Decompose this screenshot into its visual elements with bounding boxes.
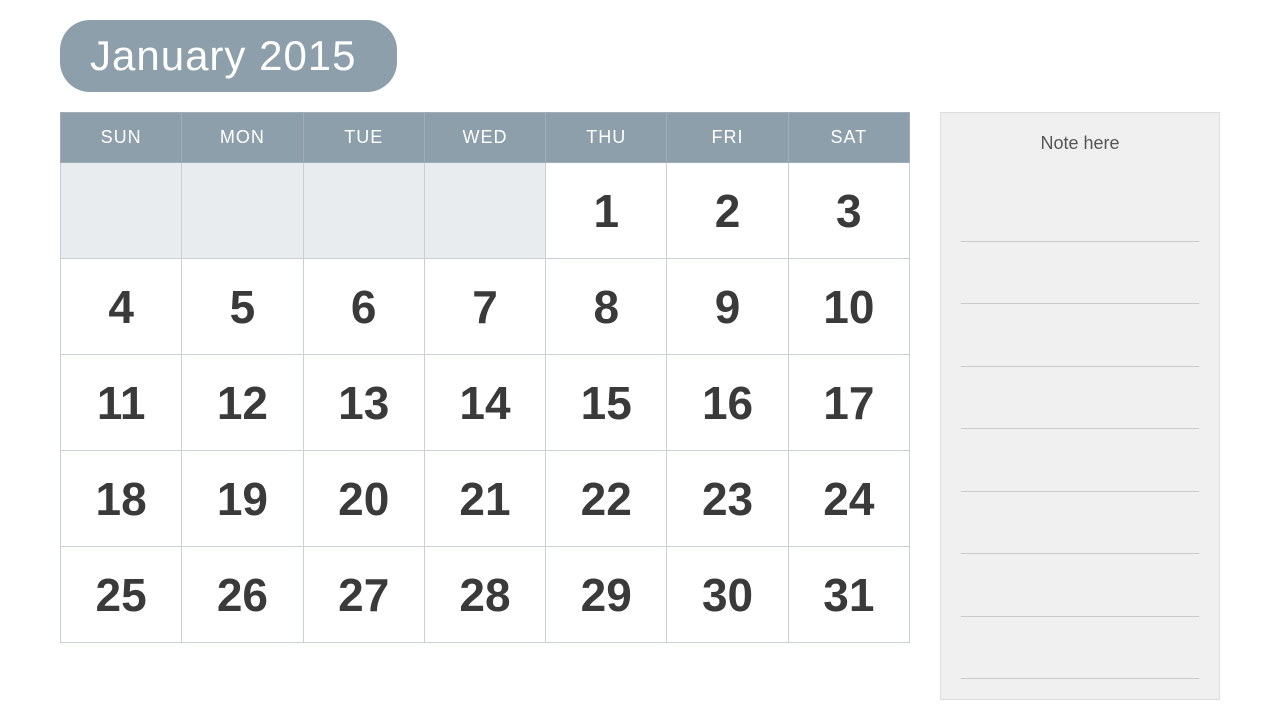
calendar-day[interactable]: 1 — [546, 163, 667, 259]
header-wed: WED — [424, 113, 545, 163]
calendar-day[interactable]: 25 — [61, 547, 182, 643]
note-line[interactable] — [961, 429, 1199, 492]
calendar-day[interactable]: 11 — [61, 355, 182, 451]
page-container: January 2015 SUN MON TUE WED THU FRI SAT — [0, 0, 1280, 720]
calendar-day[interactable]: 8 — [546, 259, 667, 355]
calendar-day[interactable]: 7 — [424, 259, 545, 355]
note-line[interactable] — [961, 242, 1199, 305]
calendar-day[interactable]: 30 — [667, 547, 788, 643]
calendar-day[interactable]: 12 — [182, 355, 303, 451]
header-tue: TUE — [303, 113, 424, 163]
month-title-wrapper: January 2015 — [60, 20, 1220, 92]
calendar-week-row: 11121314151617 — [61, 355, 910, 451]
calendar-day[interactable]: 15 — [546, 355, 667, 451]
calendar-day[interactable]: 13 — [303, 355, 424, 451]
calendar-day[interactable]: 3 — [788, 163, 909, 259]
calendar-day[interactable]: 20 — [303, 451, 424, 547]
month-title: January 2015 — [60, 20, 397, 92]
calendar-day[interactable]: 22 — [546, 451, 667, 547]
calendar-day[interactable]: 14 — [424, 355, 545, 451]
calendar-day[interactable]: 23 — [667, 451, 788, 547]
note-line[interactable] — [961, 367, 1199, 430]
calendar-day[interactable]: 4 — [61, 259, 182, 355]
header-sat: SAT — [788, 113, 909, 163]
calendar-week-row: 123 — [61, 163, 910, 259]
days-header-row: SUN MON TUE WED THU FRI SAT — [61, 113, 910, 163]
calendar-day — [182, 163, 303, 259]
calendar-day — [303, 163, 424, 259]
calendar-table: SUN MON TUE WED THU FRI SAT 123456789101… — [60, 112, 910, 643]
header-sun: SUN — [61, 113, 182, 163]
calendar-day[interactable]: 10 — [788, 259, 909, 355]
calendar-day[interactable]: 5 — [182, 259, 303, 355]
calendar-day[interactable]: 2 — [667, 163, 788, 259]
header-thu: THU — [546, 113, 667, 163]
note-line[interactable] — [961, 554, 1199, 617]
note-line[interactable] — [961, 492, 1199, 555]
note-line[interactable] — [961, 304, 1199, 367]
calendar-week-row: 45678910 — [61, 259, 910, 355]
header-mon: MON — [182, 113, 303, 163]
notes-panel: Note here — [940, 112, 1220, 700]
notes-lines — [941, 169, 1219, 699]
header-fri: FRI — [667, 113, 788, 163]
notes-header: Note here — [941, 113, 1219, 169]
calendar-day[interactable]: 21 — [424, 451, 545, 547]
calendar-day[interactable]: 18 — [61, 451, 182, 547]
calendar-week-row: 18192021222324 — [61, 451, 910, 547]
calendar-day[interactable]: 9 — [667, 259, 788, 355]
calendar-day[interactable]: 6 — [303, 259, 424, 355]
calendar-day[interactable]: 27 — [303, 547, 424, 643]
calendar-day — [61, 163, 182, 259]
calendar-day[interactable]: 24 — [788, 451, 909, 547]
calendar-day[interactable]: 29 — [546, 547, 667, 643]
calendar-day[interactable]: 17 — [788, 355, 909, 451]
calendar-day[interactable]: 19 — [182, 451, 303, 547]
note-line[interactable] — [961, 179, 1199, 242]
calendar-day[interactable]: 26 — [182, 547, 303, 643]
calendar-day[interactable]: 28 — [424, 547, 545, 643]
calendar-day[interactable]: 31 — [788, 547, 909, 643]
calendar-week-row: 25262728293031 — [61, 547, 910, 643]
note-line[interactable] — [961, 617, 1199, 680]
calendar-day — [424, 163, 545, 259]
content-area: SUN MON TUE WED THU FRI SAT 123456789101… — [60, 112, 1220, 700]
calendar-day[interactable]: 16 — [667, 355, 788, 451]
calendar-wrapper: SUN MON TUE WED THU FRI SAT 123456789101… — [60, 112, 910, 700]
